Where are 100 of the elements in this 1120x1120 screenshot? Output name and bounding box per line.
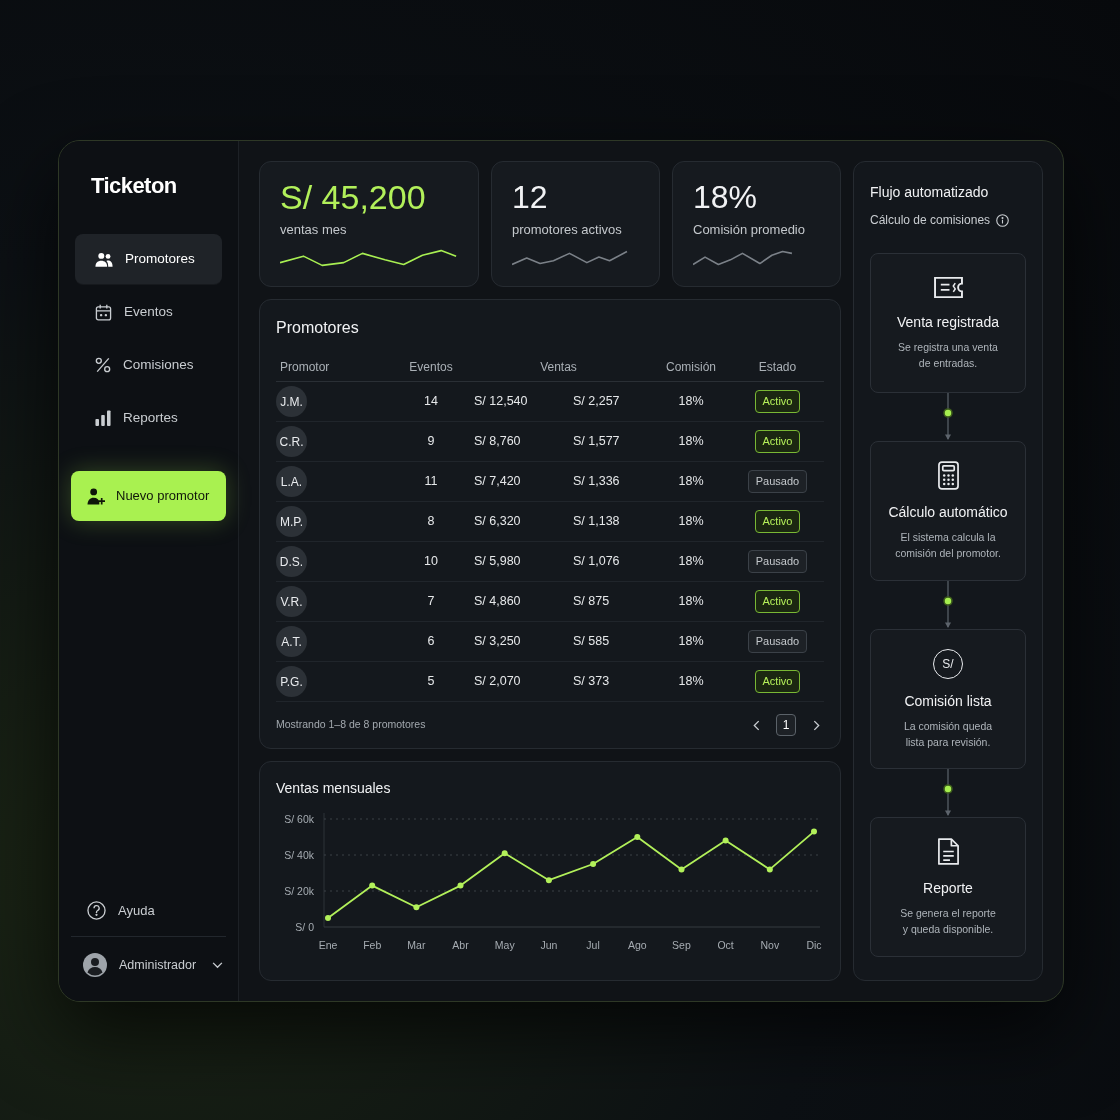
table-cell-text: 18% <box>678 673 704 691</box>
table-cell-text: S/ 6,320 <box>473 513 521 531</box>
percent-icon <box>95 357 111 373</box>
table-cell-text: 18% <box>678 433 704 451</box>
kpi-value: 12 <box>512 178 548 216</box>
node-dot-icon <box>943 784 953 794</box>
avatar-initials: M.P. <box>276 506 307 537</box>
axis-label: Dic <box>806 939 822 951</box>
table-cell-text: S/ 4,860 <box>473 593 521 611</box>
step-description: La comisión queda lista para revisión. <box>903 718 993 750</box>
column-header: Ventas <box>540 358 577 376</box>
table-cell-text: 18% <box>678 553 704 571</box>
data-point <box>369 882 376 889</box>
column-header: Comisión <box>666 358 716 376</box>
calculator-icon <box>937 461 959 490</box>
table-cell-text: S/ 875 <box>572 593 610 611</box>
avatar-initials: L.A. <box>276 466 307 497</box>
table-cell-text: 18% <box>678 633 704 651</box>
axis-label: S/ 40k <box>284 849 314 861</box>
user-menu-button[interactable]: Administrador <box>83 953 224 977</box>
data-point <box>590 861 597 867</box>
new-promoter-button[interactable]: Nuevo promotor <box>71 471 226 521</box>
avatar-initials: D.S. <box>276 546 307 577</box>
data-point <box>325 915 331 921</box>
node-dot-icon <box>943 596 953 606</box>
table-cell-text: S/ 12,540 <box>473 393 528 411</box>
table-cell-text: 8 <box>427 513 435 531</box>
avatar-initials: J.M. <box>276 386 307 417</box>
data-point <box>811 828 817 835</box>
data-point <box>501 850 508 857</box>
table-cell-text: S/ 3,250 <box>473 633 521 651</box>
sidebar-item[interactable]: Eventos <box>75 287 222 337</box>
step-description: Se registra una venta de entradas. <box>898 340 998 371</box>
sidebar-item[interactable]: Reportes <box>75 393 222 443</box>
table-title: Promotores <box>276 318 359 338</box>
data-point <box>457 882 464 889</box>
data-point <box>678 866 685 873</box>
step-title: Reporte <box>923 879 973 898</box>
data-point <box>766 866 773 873</box>
flow-title: Flujo automatizado <box>870 183 989 202</box>
chart-title: Ventas mensuales <box>276 779 391 798</box>
avatar-initials: P.G. <box>276 666 307 697</box>
step-title: Cálculo automático <box>888 503 1008 522</box>
table-cell-text: 10 <box>424 553 438 571</box>
axis-label: S/ 0 <box>295 921 314 933</box>
axis-label: Oct <box>717 939 734 951</box>
step-description: El sistema calcula la comisión del promotor. <box>895 530 1001 561</box>
table-cell-text: S/ 1,577 <box>572 433 620 451</box>
table-cell-text: S/ 373 <box>572 673 610 691</box>
step-description: Se genera el reporte y queda disponible. <box>900 906 996 937</box>
table-cell-text: 11 <box>424 473 438 491</box>
data-point <box>634 834 641 840</box>
status-badge: Activo <box>754 510 801 533</box>
document-icon <box>936 837 960 866</box>
data-point <box>722 837 729 844</box>
axis-label: Mar <box>407 939 426 951</box>
help-link[interactable]: Ayuda <box>87 900 155 920</box>
chevron-right-icon <box>812 719 820 731</box>
chevron-down-icon <box>212 961 224 969</box>
kpi-label: Comisión promedio <box>693 221 805 239</box>
axis-label: Jul <box>586 939 600 951</box>
sidebar-item[interactable]: Comisiones <box>75 340 222 390</box>
info-icon[interactable] <box>996 213 1010 227</box>
add-user-icon <box>87 487 106 505</box>
status-badge: Pausado <box>747 550 808 573</box>
axis-label: Ago <box>627 939 647 951</box>
status-badge: Pausado <box>747 470 808 493</box>
column-header: Estado <box>758 358 797 376</box>
status-badge: Activo <box>754 390 801 413</box>
avatar-icon <box>83 953 107 977</box>
kpi-label: ventas mes <box>280 221 347 239</box>
flow-subtitle: Cálculo de comisiones <box>870 212 991 229</box>
table-cell-text: S/ 1,336 <box>572 473 620 491</box>
table-cell-text: S/ 7,420 <box>473 473 521 491</box>
column-header: Eventos <box>409 358 453 376</box>
status-badge: Pausado <box>747 630 808 653</box>
table-cell-text: 5 <box>427 673 435 691</box>
node-dot-icon <box>943 408 953 418</box>
table-cell-text: 18% <box>678 393 704 411</box>
step-title: Venta registrada <box>897 313 999 332</box>
table-cell-text: S/ 8,760 <box>473 433 521 451</box>
data-point <box>413 904 420 911</box>
status-badge: Activo <box>754 590 801 613</box>
table-cell-text: 6 <box>427 633 435 651</box>
table-cell-text: 18% <box>678 593 704 611</box>
chevron-left-icon <box>752 719 760 731</box>
table-cell-text: S/ 2,257 <box>572 393 620 411</box>
table-cell-text: 18% <box>678 513 704 531</box>
calendar-icon <box>95 303 112 321</box>
table-cell-text: 9 <box>427 433 435 451</box>
page-button[interactable]: 1 <box>776 714 796 736</box>
table-cell-text: 18% <box>678 473 704 491</box>
table-cell-text: 7 <box>427 593 435 611</box>
table-cell-text: S/ 585 <box>572 633 610 651</box>
column-header: Promotor <box>279 358 330 376</box>
table-cell-text: S/ 2,070 <box>473 673 521 691</box>
table-cell-text: S/ 1,076 <box>572 553 620 571</box>
sidebar-item[interactable]: Promotores <box>75 234 222 284</box>
avatar-initials: A.T. <box>276 626 307 657</box>
table-cell-text: S/ 5,980 <box>473 553 521 571</box>
